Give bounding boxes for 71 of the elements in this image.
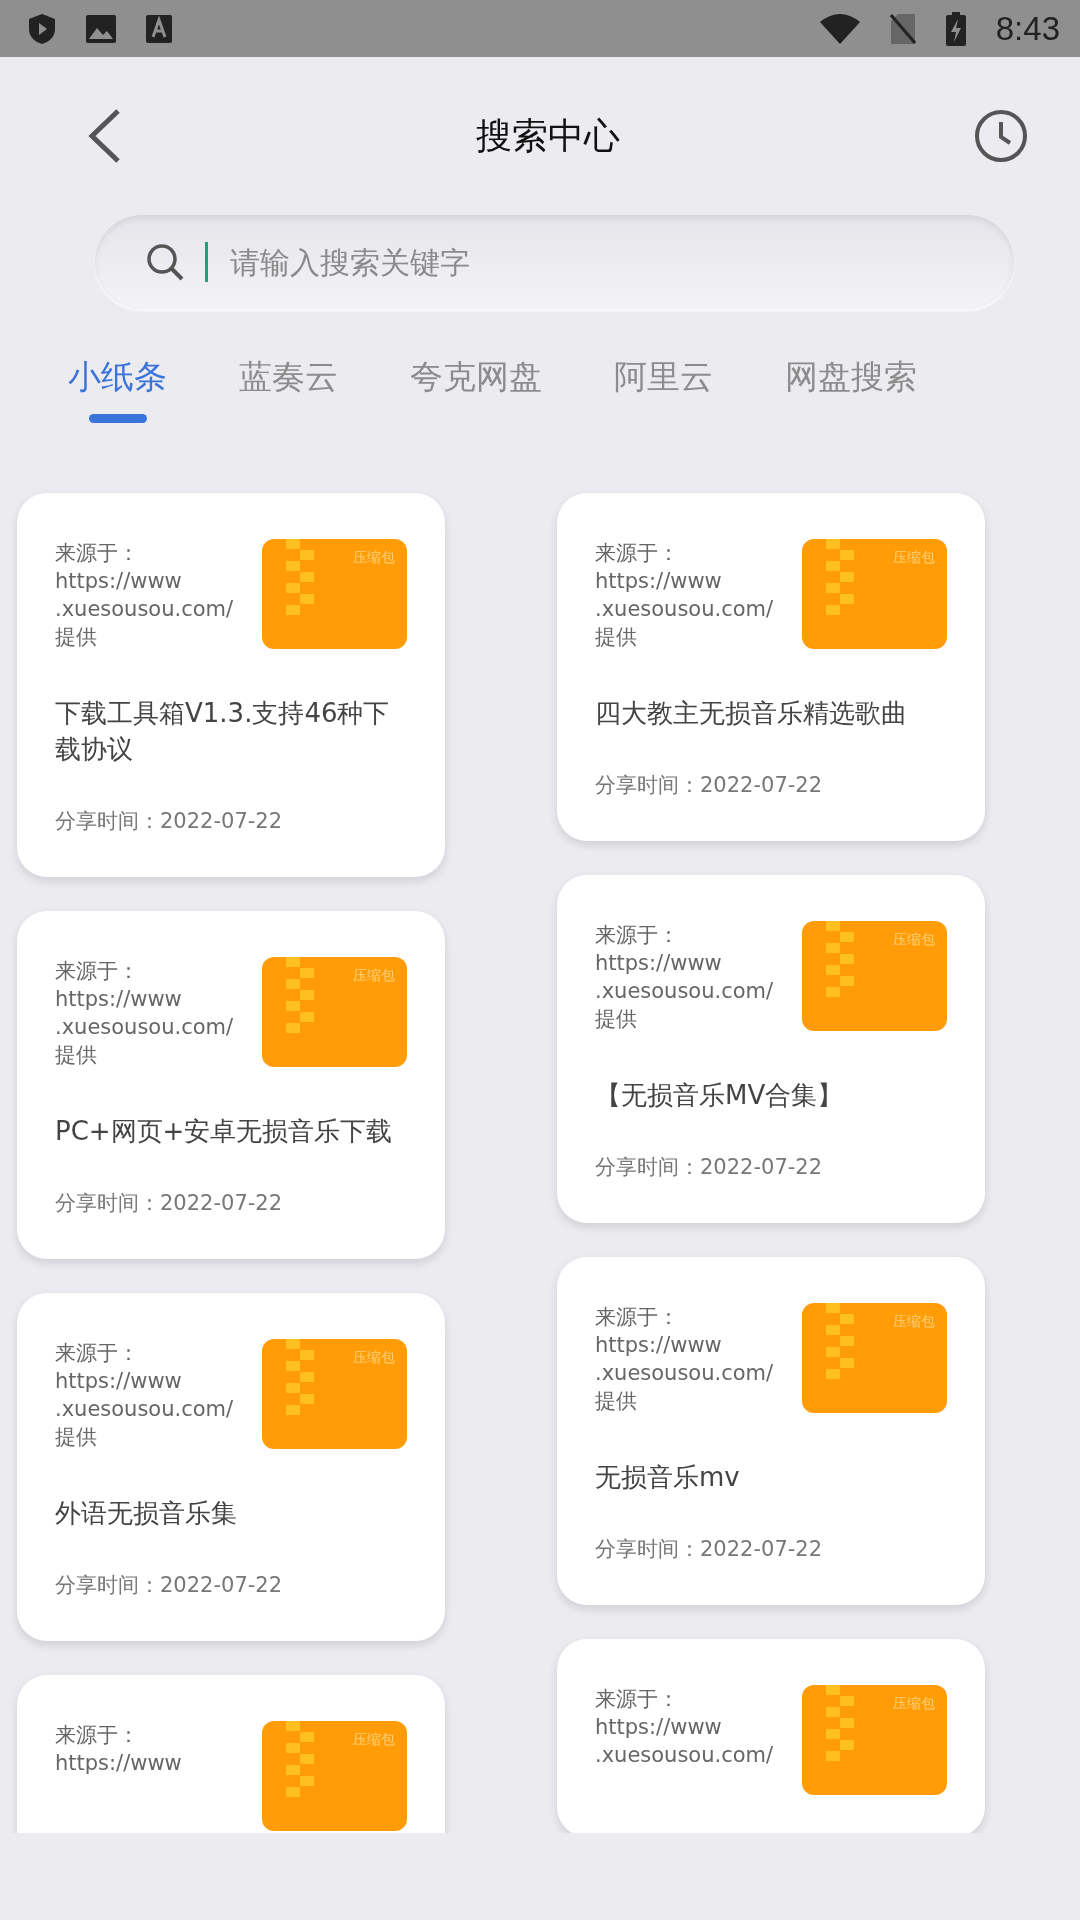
source-text: 来源于： bbox=[55, 540, 140, 567]
source-text: .xuesousou.com/ bbox=[595, 596, 774, 623]
source-text: 来源于： bbox=[595, 1304, 680, 1331]
source-text: .xuesousou.com/ bbox=[55, 1396, 234, 1423]
source-text: .xuesousou.com/ bbox=[595, 1360, 774, 1387]
archive-label: 压缩包 bbox=[893, 1313, 935, 1331]
share-date: 分享时间：2022-07-22 bbox=[55, 1572, 284, 1599]
share-date: 分享时间：2022-07-22 bbox=[595, 772, 824, 799]
history-clock-button[interactable] bbox=[974, 109, 1028, 163]
source-text: 来源于： bbox=[55, 958, 140, 985]
wifi-icon bbox=[819, 13, 860, 44]
result-card[interactable]: 来源于： https://www 压缩包 bbox=[17, 1675, 445, 1833]
source-text: 提供 bbox=[55, 1042, 98, 1069]
card-title: 无损音乐mv bbox=[595, 1461, 741, 1494]
source-text: .xuesousou.com/ bbox=[55, 596, 234, 623]
card-title: 四大教主无损音乐精选歌曲 bbox=[595, 697, 908, 730]
archive-label: 压缩包 bbox=[893, 549, 935, 567]
card-title: PC+网页+安卓无损音乐下载 bbox=[55, 1115, 394, 1148]
result-card[interactable]: 来源于： https://www .xuesousou.com/ 提供 压缩包 PC+网页+安卓无损音乐下载 分享时间：2022-07-22 bbox=[17, 911, 445, 1259]
share-date: 分享时间：2022-07-22 bbox=[55, 808, 284, 835]
share-date: 分享时间：2022-07-22 bbox=[595, 1154, 824, 1181]
source-text: https://www bbox=[595, 568, 723, 595]
source-text: 来源于： bbox=[595, 922, 680, 949]
source-text: 提供 bbox=[595, 624, 638, 651]
result-card[interactable]: 来源于： https://www .xuesousou.com/ 提供 压缩包 【无损音乐MV合集】 分享时间：2022-07-22 bbox=[557, 875, 985, 1223]
archive-label: 压缩包 bbox=[353, 1731, 395, 1749]
source-text: 来源于： bbox=[55, 1340, 140, 1367]
card-title: 下载工具箱V1.3.支持46种下载协议 bbox=[55, 697, 391, 766]
no-sim-icon bbox=[889, 12, 916, 45]
source-text: .xuesousou.com/ bbox=[55, 1014, 234, 1041]
source-text: 来源于： bbox=[595, 1686, 680, 1713]
source-text: https://www bbox=[595, 1332, 723, 1359]
archive-label: 压缩包 bbox=[353, 967, 395, 985]
archive-label: 压缩包 bbox=[893, 931, 935, 949]
category-tab[interactable]: 小纸条 bbox=[68, 351, 167, 423]
image-icon bbox=[86, 14, 116, 43]
battery-charging-icon bbox=[945, 11, 966, 46]
search-field[interactable]: 请输入搜索关键字 bbox=[228, 243, 1014, 281]
archive-label: 压缩包 bbox=[893, 1695, 935, 1713]
result-card[interactable]: 来源于： https://www .xuesousou.com/ 提供 压缩包 四大教主无损音乐精选歌曲 分享时间：2022-07-22 bbox=[557, 493, 985, 841]
source-text: https://www bbox=[55, 1368, 183, 1395]
status-time: 8:43 bbox=[995, 9, 1060, 48]
back-button[interactable] bbox=[86, 108, 122, 164]
archive-label: 压缩包 bbox=[353, 549, 395, 567]
source-text: https://www bbox=[55, 568, 183, 595]
a-letter-icon bbox=[146, 14, 172, 43]
search-bar[interactable]: 请输入搜索关键字 bbox=[95, 215, 1014, 309]
source-text: 提供 bbox=[595, 1388, 638, 1415]
source-text: 来源于： bbox=[55, 1722, 140, 1749]
search-icon bbox=[145, 242, 185, 282]
source-text: https://www bbox=[55, 1750, 182, 1777]
result-card[interactable]: 来源于： https://www .xuesousou.com/ 提供 压缩包 外语无损音乐集 分享时间：2022-07-22 bbox=[17, 1293, 445, 1641]
source-text: https://www bbox=[595, 950, 723, 977]
source-text: 提供 bbox=[55, 1424, 98, 1451]
share-date: 分享时间：2022-07-22 bbox=[595, 1536, 824, 1563]
source-text: 提供 bbox=[55, 624, 98, 651]
result-card[interactable]: 来源于： https://www .xuesousou.com/ 提供 压缩包 下载工具箱V1.3.支持46种下载协议 分享时间：2022-07-22 bbox=[17, 493, 445, 877]
share-date: 分享时间：2022-07-22 bbox=[55, 1190, 284, 1217]
shield-play-icon bbox=[28, 12, 56, 45]
archive-label: 压缩包 bbox=[353, 1349, 395, 1367]
source-text: .xuesousou.com/ bbox=[595, 1742, 774, 1769]
source-text: 来源于： bbox=[595, 540, 680, 567]
source-text: https://www bbox=[595, 1714, 723, 1741]
page-title: 搜索中心 bbox=[476, 113, 620, 158]
result-card[interactable]: 来源于： https://www .xuesousou.com/ 压缩包 bbox=[557, 1639, 985, 1833]
source-text: .xuesousou.com/ bbox=[595, 978, 774, 1005]
card-title: 【无损音乐MV合集】 bbox=[595, 1079, 845, 1112]
card-title: 外语无损音乐集 bbox=[55, 1497, 238, 1530]
source-text: https://www bbox=[55, 986, 183, 1013]
source-text: 提供 bbox=[595, 1006, 638, 1033]
result-card[interactable]: 来源于： https://www .xuesousou.com/ 提供 压缩包 无损音乐mv 分享时间：2022-07-22 bbox=[557, 1257, 985, 1605]
